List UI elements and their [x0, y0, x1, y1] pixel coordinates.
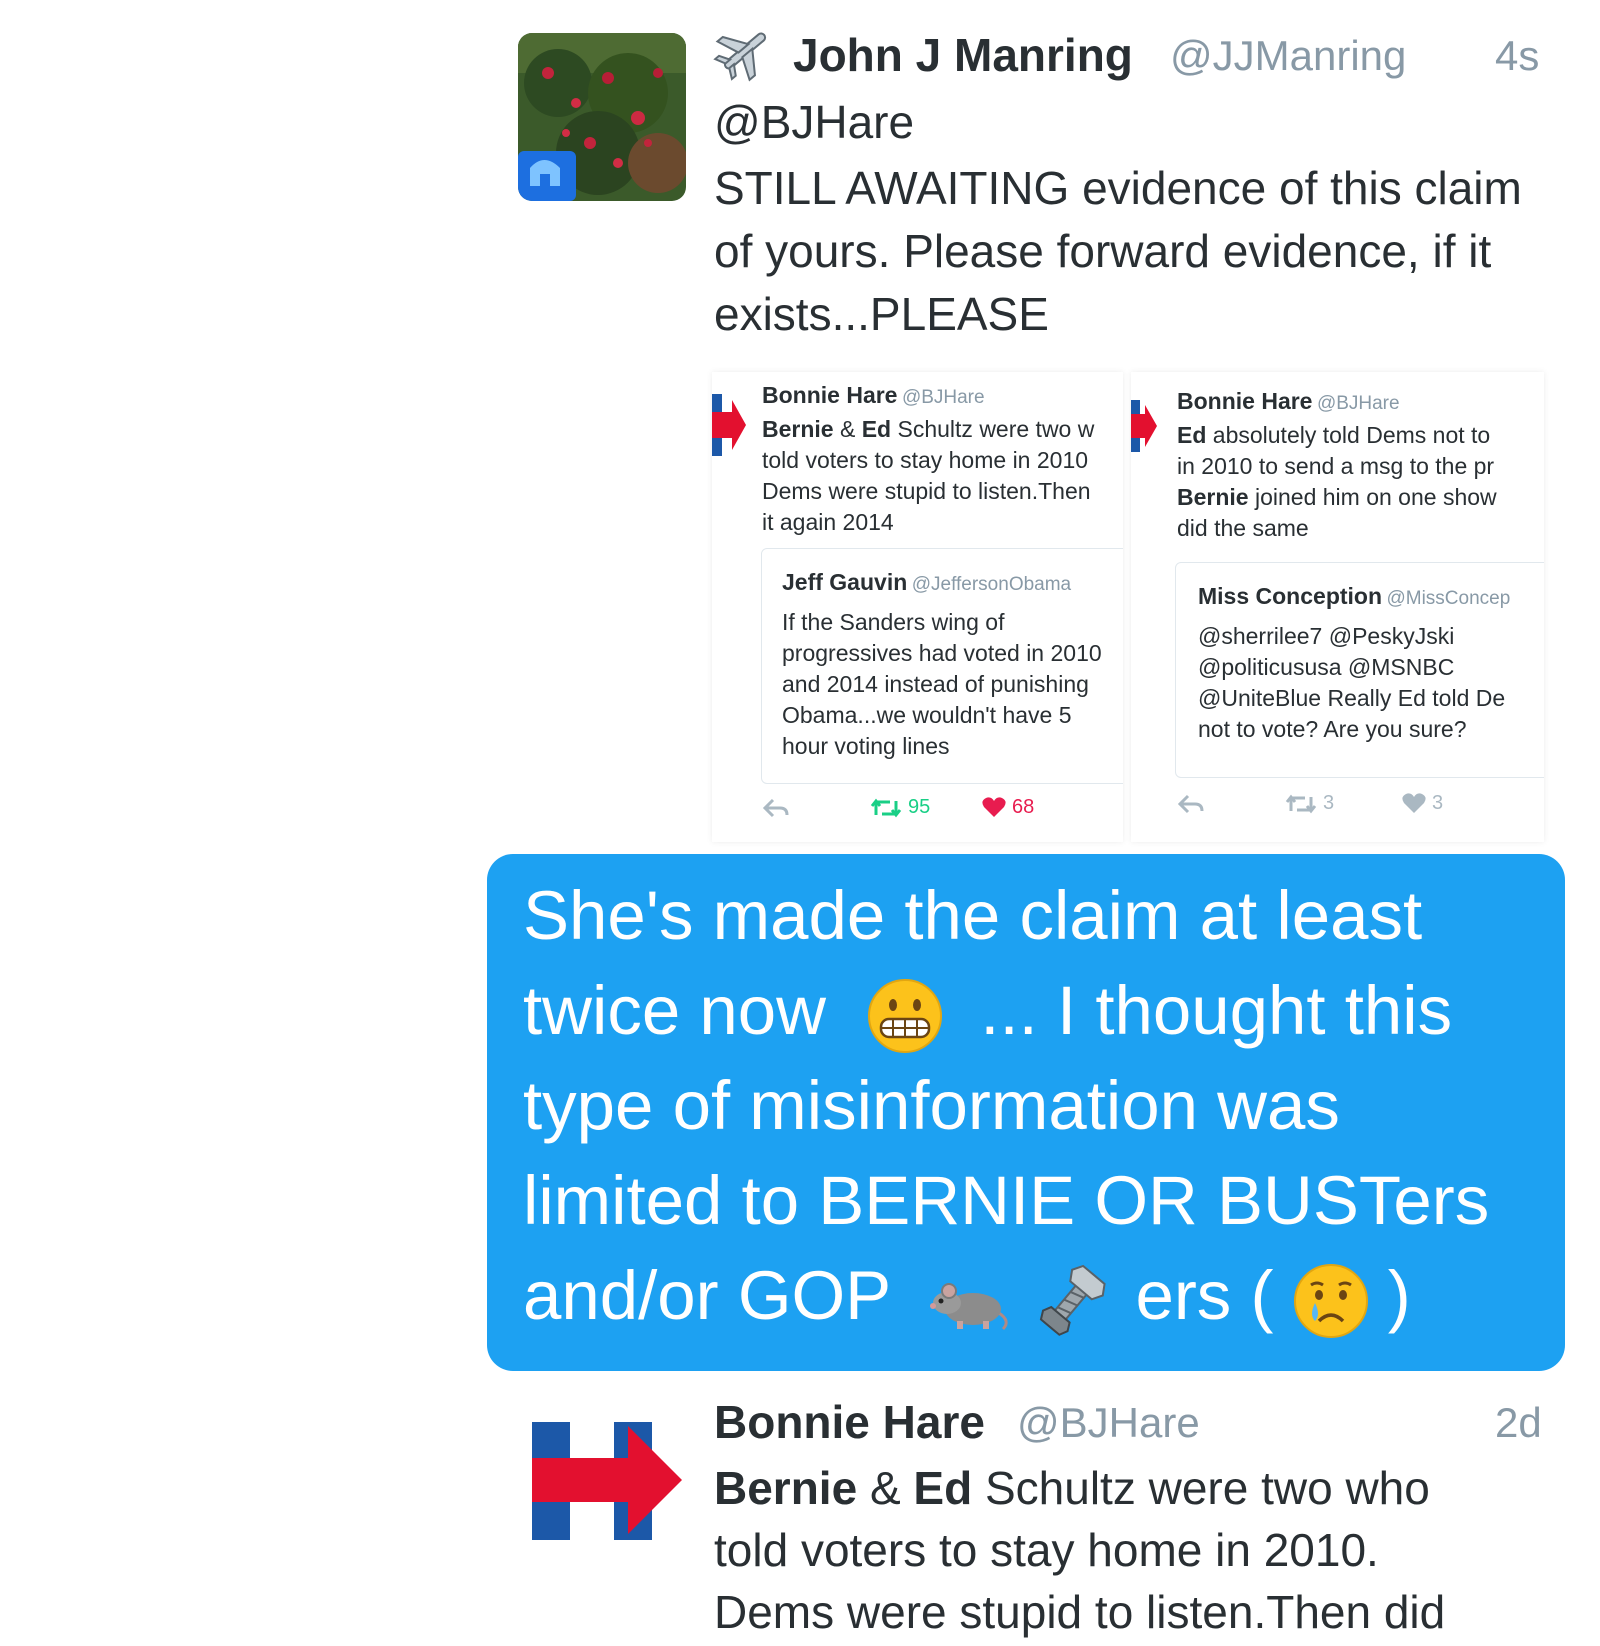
hillary-h-logo: [532, 1422, 682, 1540]
caption-line: type of misinformation was: [523, 1067, 1340, 1144]
bold-word: Bernie: [714, 1462, 858, 1514]
author-name: Bonnie Hare: [1177, 388, 1313, 414]
mention-link[interactable]: @BJHare: [714, 95, 914, 149]
caption-line: and/or GOP ers (): [523, 1248, 1563, 1343]
author-handle[interactable]: @JJManring: [1170, 32, 1406, 80]
tweet-text: Bernie & Ed Schultz were two who told vo…: [714, 1457, 1574, 1643]
text-line: Bernie & Ed Schultz were two who: [714, 1457, 1574, 1519]
author-handle: @BJHare: [901, 387, 985, 408]
caption-line: twice now ... I thought this: [523, 963, 1563, 1058]
text-line: Obama...we wouldn't have 5: [782, 702, 1072, 728]
rat-icon: [930, 1282, 1008, 1330]
retweet-icon[interactable]: [1285, 793, 1317, 815]
caption-line: She's made the claim at least: [523, 877, 1423, 954]
text-line: Ed absolutely told Dems not to: [1177, 422, 1491, 448]
nut-and-bolt-icon: [1040, 1264, 1106, 1336]
bold-word: Ed: [913, 1462, 973, 1514]
caption-text: She's made the claim at least twice now …: [523, 868, 1563, 1343]
caption-fragment: and/or GOP: [523, 1257, 890, 1334]
tweet-text: Ed absolutely told Dems not to in 2010 t…: [1177, 420, 1497, 544]
reply-icon[interactable]: [762, 797, 790, 819]
user-avatar[interactable]: [518, 33, 686, 201]
text-line: hour voting lines: [782, 733, 950, 759]
quoted-tweet-text: If the Sanders wing of progressives had …: [782, 607, 1102, 762]
text-line: Bernie & Ed Schultz were two w: [762, 416, 1095, 442]
flower-photo-avatar: [518, 33, 686, 201]
text-line: did the same: [1177, 515, 1309, 541]
text-fragment: Schultz were two who: [972, 1462, 1430, 1514]
text-line: in 2010 to send a msg to the pr: [1177, 453, 1495, 479]
crying-face-icon: [1293, 1263, 1368, 1338]
embedded-tweet-screenshot-left[interactable]: Bonnie Hare @BJHare Bernie & Ed Schultz …: [712, 372, 1123, 842]
author-name[interactable]: John J Manring: [793, 28, 1133, 82]
text-line: and 2014 instead of punishing: [782, 671, 1089, 697]
text-line: Dems were stupid to listen.Then: [762, 478, 1091, 504]
caption-fragment: twice now: [523, 972, 826, 1049]
caption-fragment: ers (: [1135, 1257, 1274, 1334]
quoted-author-handle: @MissConcep: [1386, 588, 1511, 609]
text-line: progressives had voted in 2010: [782, 640, 1102, 666]
reply-icon[interactable]: [1177, 793, 1205, 815]
retweet-icon[interactable]: [870, 797, 902, 819]
like-count: 3: [1432, 792, 1444, 814]
text-line: @sherrilee7 @PeskyJski: [1198, 623, 1455, 649]
quoted-tweet[interactable]: Jeff Gauvin @JeffersonObama If the Sande…: [761, 548, 1123, 784]
retweet-count: 95: [908, 796, 931, 818]
heart-icon[interactable]: [1402, 792, 1426, 814]
airplane-icon: [712, 18, 778, 84]
text-line: Dems were stupid to listen.Then did: [714, 1586, 1446, 1638]
author-name: Bonnie Hare: [762, 382, 898, 408]
quoted-author-name: Miss Conception: [1198, 583, 1383, 609]
like-count: 68: [1012, 796, 1035, 818]
text-line: @UniteBlue Really Ed told De: [1198, 685, 1506, 711]
caption-fragment: ): [1387, 1257, 1411, 1334]
text-fragment: &: [857, 1462, 914, 1514]
text-line: If the Sanders wing of: [782, 609, 1005, 635]
caption-line: limited to BERNIE OR BUSTers: [523, 1162, 1490, 1239]
tweet-timestamp[interactable]: 2d: [1495, 1399, 1542, 1447]
tweet-timestamp[interactable]: 4s: [1495, 32, 1539, 80]
quoted-author-name: Jeff Gauvin: [782, 569, 908, 595]
text-line: not to vote? Are you sure?: [1198, 716, 1467, 742]
author-handle[interactable]: @BJHare: [1017, 1399, 1200, 1447]
quoted-tweet[interactable]: Miss Conception @MissConcep @sherrilee7 …: [1175, 562, 1544, 778]
hillary-h-logo: [712, 394, 746, 456]
tweet-text: STILL AWAITING evidence of this claim of…: [714, 162, 1522, 340]
author-name[interactable]: Bonnie Hare: [714, 1395, 985, 1449]
quoted-author-handle: @JeffersonObama: [911, 574, 1072, 595]
caption-fragment: ... I thought this: [980, 972, 1453, 1049]
retweet-count: 3: [1323, 792, 1335, 814]
text-line: @politicususa @MSNBC: [1198, 654, 1455, 680]
user-avatar[interactable]: [532, 1412, 682, 1547]
text-line: told voters to stay home in 2010.: [714, 1524, 1379, 1576]
text-line: Bernie joined him on one show: [1177, 484, 1497, 510]
text-line: told voters to stay home in 2010: [762, 447, 1089, 473]
embedded-tweet-screenshot-right[interactable]: Bonnie Hare @BJHare Ed absolutely told D…: [1131, 372, 1544, 842]
quoted-tweet-text: @sherrilee7 @PeskyJski @politicususa @MS…: [1198, 621, 1505, 745]
heart-icon[interactable]: [982, 796, 1006, 818]
tweet-text: Bernie & Ed Schultz were two w told vote…: [762, 414, 1094, 538]
author-handle: @BJHare: [1316, 393, 1400, 414]
text-line: it again 2014: [762, 509, 894, 535]
hillary-h-logo: [1131, 400, 1157, 452]
grimacing-face-icon: [868, 978, 943, 1053]
